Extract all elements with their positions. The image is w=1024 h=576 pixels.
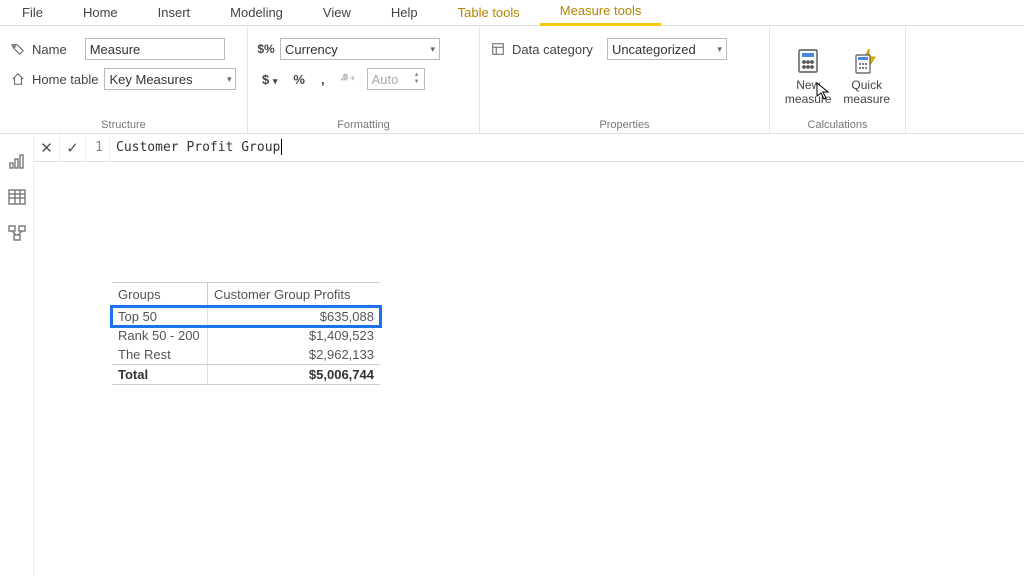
tab-file[interactable]: File — [2, 0, 63, 26]
ribbon-group-formatting: $% Currency ▾ $ ▾ % , .0 Auto ▲▼ Formatt… — [248, 26, 480, 133]
commit-formula-button[interactable]: ✓ — [60, 134, 86, 162]
tab-help[interactable]: Help — [371, 0, 438, 26]
cell-group: Rank 50 - 200 — [112, 326, 208, 345]
decimal-places-input[interactable]: Auto ▲▼ — [367, 68, 425, 90]
data-view-icon[interactable] — [7, 188, 27, 206]
ribbon-group-calculations: New measure Quick measure Calculations — [770, 26, 906, 133]
table-row[interactable]: Rank 50 - 200 $1,409,523 — [112, 326, 380, 345]
ribbon-group-properties: Data category Uncategorized ▾ Properties — [480, 26, 770, 133]
col-groups[interactable]: Groups — [112, 283, 208, 306]
total-value: $5,006,744 — [208, 365, 380, 384]
cancel-formula-button[interactable]: ✕ — [34, 134, 60, 162]
svg-text:.0: .0 — [341, 73, 348, 82]
percent-button[interactable]: % — [289, 72, 309, 87]
name-input[interactable]: Measure — [85, 38, 225, 60]
calculator-icon — [794, 47, 822, 75]
tab-modeling[interactable]: Modeling — [210, 0, 303, 26]
quick-calculator-icon — [853, 47, 881, 75]
category-icon — [490, 41, 506, 57]
format-value: Currency — [285, 42, 338, 57]
report-view-icon[interactable] — [7, 152, 27, 170]
tag-icon — [10, 41, 26, 57]
format-select[interactable]: Currency ▾ — [280, 38, 440, 60]
table-visual[interactable]: Groups Customer Group Profits Top 50 $63… — [112, 282, 380, 385]
group-label-formatting: Formatting — [258, 117, 469, 131]
hometable-label: Home table — [32, 72, 98, 87]
cell-value: $1,409,523 — [208, 326, 380, 345]
tab-measure-tools[interactable]: Measure tools — [540, 0, 662, 26]
report-canvas[interactable]: Groups Customer Group Profits Top 50 $63… — [34, 162, 1024, 576]
decrease-decimal-button[interactable]: .0 — [337, 72, 359, 87]
group-label-structure: Structure — [10, 117, 237, 131]
ribbon-group-structure: Name Measure Home table Key Measures ▾ S… — [0, 26, 248, 133]
decimal-value: Auto — [372, 72, 399, 87]
tab-table-tools[interactable]: Table tools — [438, 0, 540, 26]
tab-home[interactable]: Home — [63, 0, 138, 26]
name-value: Measure — [90, 42, 141, 57]
ribbon: Name Measure Home table Key Measures ▾ S… — [0, 26, 1024, 134]
new-measure-button[interactable]: New measure — [780, 36, 837, 117]
tab-view[interactable]: View — [303, 0, 371, 26]
hometable-select[interactable]: Key Measures ▾ — [104, 68, 236, 90]
new-measure-label: New measure — [780, 79, 837, 105]
table-row[interactable]: Top 50 $635,088 — [112, 307, 380, 326]
formula-text[interactable]: Customer Profit Group — [110, 134, 280, 162]
chevron-down-icon: ▾ — [430, 44, 435, 55]
formula-bar-area: ✕ ✓ 1 Customer Profit Group — [34, 134, 1024, 162]
group-label-properties: Properties — [490, 117, 759, 131]
cell-group: Top 50 — [112, 307, 208, 326]
datacategory-value: Uncategorized — [612, 42, 696, 57]
home-icon — [10, 71, 26, 87]
name-label: Name — [32, 42, 67, 57]
group-label-calculations: Calculations — [780, 117, 895, 131]
quick-measure-button[interactable]: Quick measure — [839, 36, 896, 117]
table-row[interactable]: The Rest $2,962,133 — [112, 345, 380, 364]
chevron-down-icon: ▾ — [227, 74, 232, 85]
cell-group: The Rest — [112, 345, 208, 364]
menu-bar: File Home Insert Modeling View Help Tabl… — [0, 0, 1024, 26]
hometable-value: Key Measures — [109, 72, 192, 87]
datacategory-select[interactable]: Uncategorized ▾ — [607, 38, 727, 60]
datacategory-label: Data category — [512, 42, 593, 57]
formula-line-number: 1 — [86, 134, 110, 162]
currency-button[interactable]: $ ▾ — [258, 72, 281, 87]
quick-measure-label: Quick measure — [839, 79, 896, 105]
tab-insert[interactable]: Insert — [138, 0, 211, 26]
table-header: Groups Customer Group Profits — [112, 283, 380, 307]
table-total-row: Total $5,006,744 — [112, 364, 380, 385]
chevron-down-icon: ▾ — [717, 44, 722, 55]
cell-value: $2,962,133 — [208, 345, 380, 364]
comma-button[interactable]: , — [317, 72, 329, 87]
model-view-icon[interactable] — [7, 224, 27, 242]
format-icon: $% — [258, 41, 274, 57]
cell-value: $635,088 — [208, 307, 380, 326]
col-profits[interactable]: Customer Group Profits — [208, 283, 380, 306]
total-label: Total — [112, 365, 208, 384]
view-rail — [0, 134, 34, 576]
